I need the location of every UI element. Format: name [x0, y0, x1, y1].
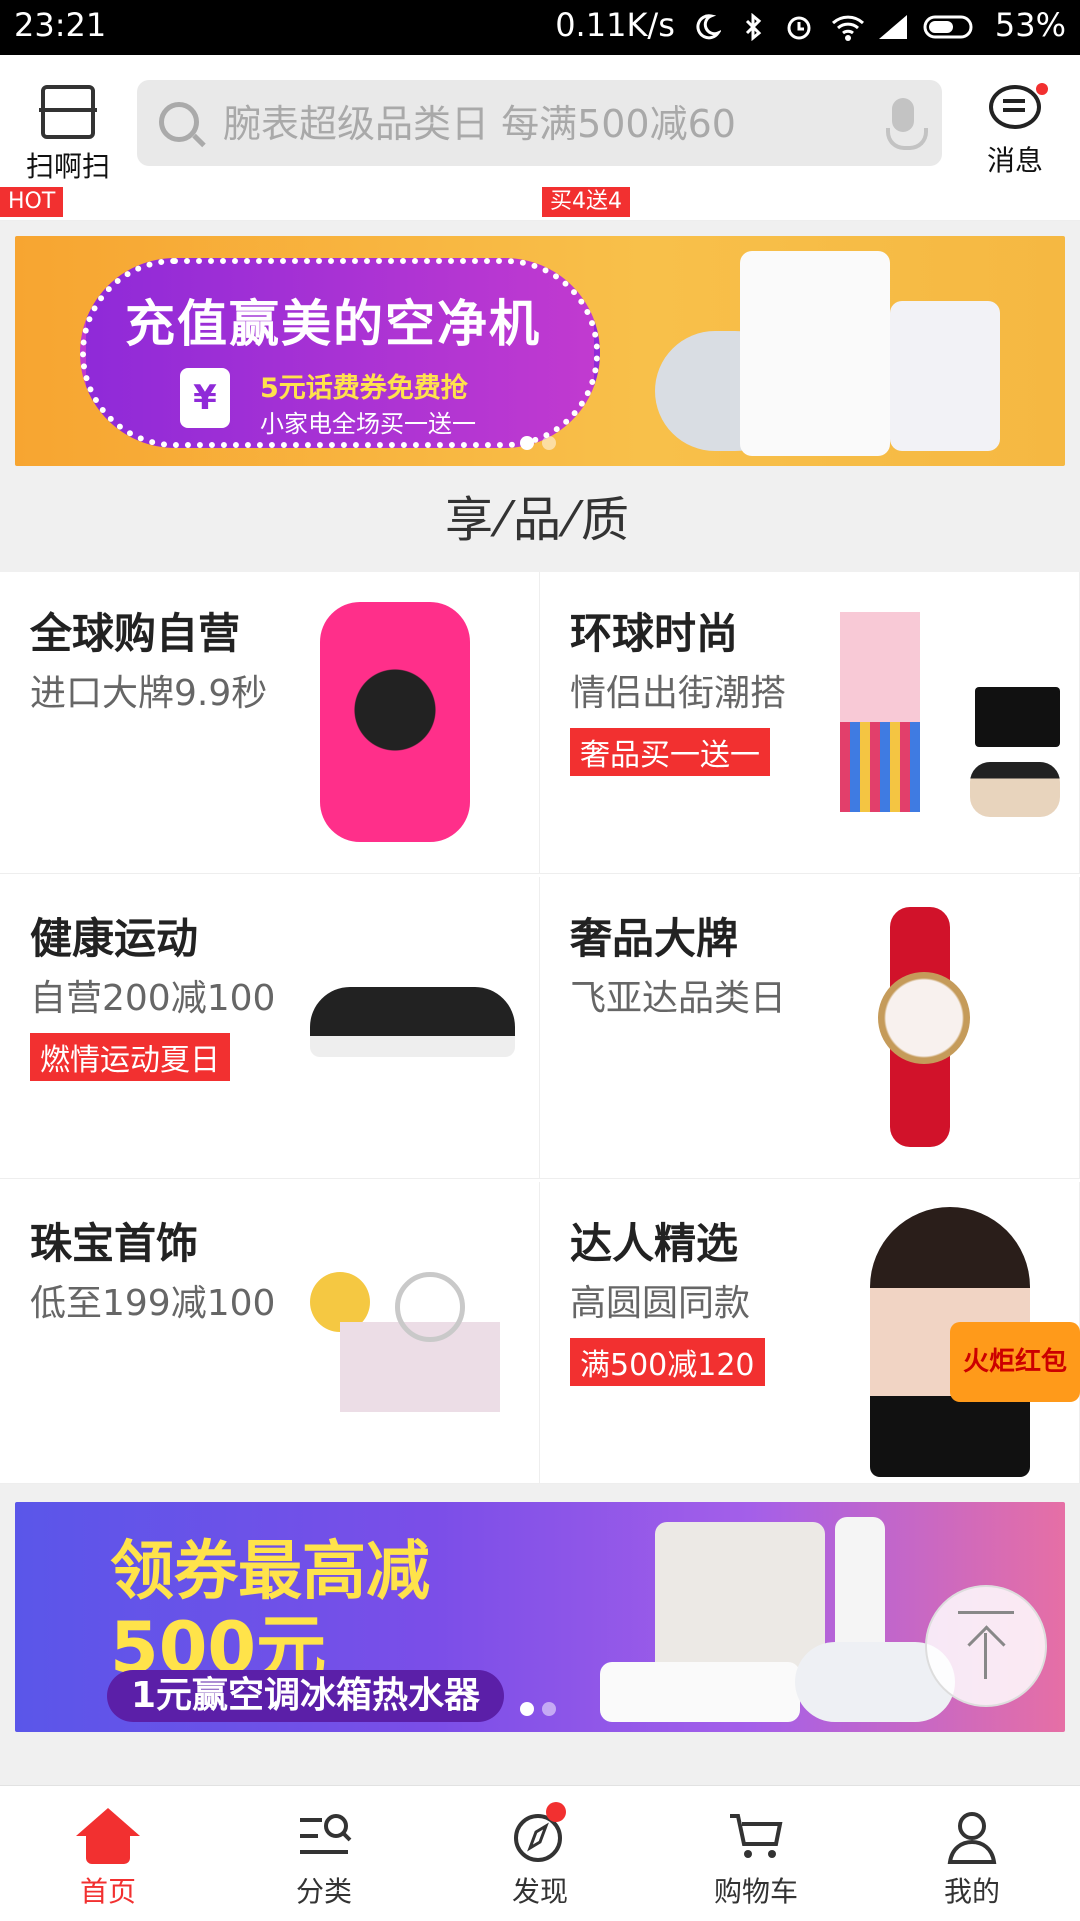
signal-icon: [877, 11, 907, 39]
section-title: 享⁄品⁄质: [444, 492, 636, 548]
grid-item-title: 全球购自营: [30, 609, 241, 658]
grid-item-tag: 满500减120: [570, 1338, 765, 1386]
tab-categories[interactable]: 分类: [216, 1786, 432, 1921]
grid-item-subtitle: 低至199减100: [30, 1283, 276, 1324]
grid-item-health-sports[interactable]: 健康运动 自营200减100 燃情运动夏日: [0, 877, 540, 1179]
grid-item-subtitle: 飞亚达品类日: [570, 978, 787, 1019]
moon-icon: [693, 11, 722, 40]
phone-coupon-icon: ¥: [180, 368, 230, 428]
carousel-dot-active: [520, 436, 534, 450]
carousel-dots: [520, 436, 556, 450]
carousel-dots: [520, 1702, 556, 1716]
status-icons: 0.11K/s 53%: [555, 6, 1066, 44]
arrow-up-icon: [984, 1633, 987, 1679]
carousel-dot-active: [520, 1702, 534, 1716]
tab-home[interactable]: 首页: [0, 1786, 216, 1921]
grid-item-title: 环球时尚: [570, 609, 739, 658]
promo-banner-appliances[interactable]: 领券最高减 500元 1元赢空调冰箱热水器: [15, 1502, 1065, 1732]
banner-subtitle: 5元话费券免费抢: [260, 373, 468, 404]
hot-badge: HOT: [0, 187, 64, 217]
category-strip: HOT 买4送4: [0, 187, 1080, 221]
tab-label: 发现: [511, 1875, 568, 1908]
tab-label: 购物车: [713, 1875, 798, 1908]
promo-banner-air-purifier[interactable]: 充值赢美的空净机 ¥ 5元话费券免费抢 小家电全场买一送一: [15, 236, 1065, 466]
air-conditioner-image: [600, 1662, 800, 1722]
sandals-image: [970, 762, 1060, 817]
carousel-dot: [542, 1702, 556, 1716]
grid-item-title: 健康运动: [30, 914, 199, 963]
tab-label: 首页: [79, 1875, 136, 1908]
search-bar[interactable]: [137, 80, 942, 168]
printed-shorts-image: [840, 722, 920, 812]
luxury-watch-image: [878, 972, 970, 1064]
grid-item-title: 奢品大牌: [570, 914, 739, 963]
ring-image: [395, 1272, 465, 1342]
grid-item-global-self[interactable]: 全球购自营 进口大牌9.9秒: [0, 572, 540, 874]
battery-percent: 53%: [994, 6, 1066, 44]
scan-icon: [39, 85, 97, 139]
grid-item-global-fashion[interactable]: 环球时尚 情侣出街潮搭 奢品买一送一: [540, 572, 1080, 874]
status-time: 23:21: [14, 6, 107, 44]
tab-label: 分类: [295, 1875, 352, 1908]
back-to-top-button[interactable]: [925, 1585, 1047, 1707]
compass-icon: [510, 1802, 570, 1864]
grid-item-luxury-brands[interactable]: 奢品大牌 飞亚达品类日: [540, 877, 1080, 1179]
grid-item-subtitle: 自营200减100: [30, 978, 276, 1019]
scan-label: 扫啊扫: [25, 150, 110, 183]
pink-watch-image: [320, 602, 470, 842]
search-icon: [159, 102, 199, 142]
carousel-dot: [542, 436, 556, 450]
tab-discover[interactable]: 发现: [432, 1786, 648, 1921]
grid-item-title: 达人精选: [570, 1219, 739, 1268]
home-icon: [76, 1808, 140, 1864]
humidifier-image: [890, 301, 1000, 451]
status-bar: 23:21 0.11K/s 53%: [0, 0, 1080, 55]
scan-button[interactable]: 扫啊扫: [18, 77, 118, 187]
grid-item-subtitle: 高圆圆同款: [570, 1283, 751, 1324]
search-input[interactable]: [221, 80, 825, 168]
battery-icon: [923, 11, 977, 39]
torch-red-packet-sticker[interactable]: 火炬红包: [950, 1322, 1080, 1402]
user-icon: [942, 1808, 1002, 1864]
cart-icon: [726, 1808, 786, 1864]
tab-profile[interactable]: 我的: [864, 1786, 1080, 1921]
grid-item-title: 珠宝首饰: [30, 1219, 199, 1268]
bluetooth-icon: [739, 11, 767, 42]
grid-item-subtitle: 情侣出街潮搭: [570, 673, 787, 714]
messages-button[interactable]: 消息: [970, 75, 1060, 185]
alarm-icon: [785, 11, 813, 40]
banner-subtitle-2: 小家电全场买一送一: [260, 410, 476, 438]
network-speed: 0.11K/s: [555, 6, 675, 44]
wifi-icon: [831, 11, 864, 41]
grid-item-tag: 奢品买一送一: [570, 728, 770, 776]
message-bubble-icon: [989, 85, 1041, 129]
top-header: 扫啊扫 消息: [0, 55, 1080, 195]
grid-item-tag: 燃情运动夏日: [30, 1033, 230, 1081]
pink-top-image: [840, 612, 920, 722]
grid-item-subtitle: 进口大牌9.9秒: [30, 673, 268, 714]
air-purifier-image: [740, 251, 890, 456]
banner-pill-text: 1元赢空调冰箱热水器: [107, 1670, 505, 1722]
messages-label: 消息: [986, 144, 1043, 177]
grid-item-expert-picks[interactable]: 达人精选 高圆圆同款 满500减120 火炬红包: [540, 1182, 1080, 1484]
tab-cart[interactable]: 购物车: [648, 1786, 864, 1921]
grid-item-jewelry[interactable]: 珠宝首饰 低至199减100: [0, 1182, 540, 1484]
notification-dot: [1036, 83, 1048, 95]
wallet-image: [975, 687, 1060, 747]
tab-label: 我的: [943, 1875, 1000, 1908]
promo-badge: 买4送4: [542, 187, 630, 217]
bottom-tab-bar: 首页 分类 发现 购物车 我的: [0, 1785, 1080, 1921]
microphone-icon[interactable]: [886, 98, 928, 150]
notification-dot: [546, 1802, 566, 1822]
banner-title: 充值赢美的空净机: [125, 295, 541, 353]
sneakers-image: [310, 987, 515, 1057]
category-grid: 全球购自营 进口大牌9.9秒 环球时尚 情侣出街潮搭 奢品买一送一 健康运动 自…: [0, 572, 1080, 1484]
categories-icon: [294, 1808, 354, 1864]
